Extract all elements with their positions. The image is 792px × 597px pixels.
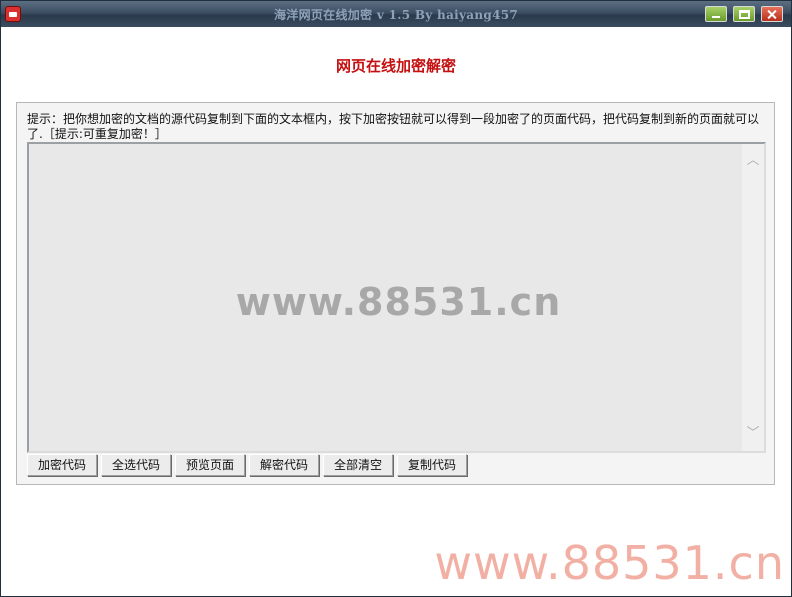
- decrypt-code-button[interactable]: 解密代码: [249, 454, 319, 476]
- corner-watermark: www.88531.cn: [434, 536, 785, 590]
- hint-text: 提示：把你想加密的文档的源代码复制到下面的文本框内，按下加密按钮就可以得到一段加…: [27, 112, 760, 141]
- encrypt-panel: 提示：把你想加密的文档的源代码复制到下面的文本框内，按下加密按钮就可以得到一段加…: [16, 102, 775, 485]
- preview-page-button[interactable]: 预览页面: [175, 454, 245, 476]
- clear-all-button[interactable]: 全部清空: [323, 454, 393, 476]
- app-window: 海洋网页在线加密 v 1.5 By haiyang457 网页在线加密解密 提示…: [0, 0, 792, 597]
- title-bar[interactable]: 海洋网页在线加密 v 1.5 By haiyang457: [1, 1, 791, 27]
- scroll-down-icon[interactable]: ﹀: [742, 423, 764, 445]
- center-watermark: www.88531.cn: [235, 280, 562, 324]
- encrypt-code-button[interactable]: 加密代码: [27, 454, 97, 476]
- scroll-up-icon[interactable]: ︿: [742, 150, 764, 172]
- window-title: 海洋网页在线加密 v 1.5 By haiyang457: [273, 8, 519, 22]
- select-all-button[interactable]: 全选代码: [101, 454, 171, 476]
- source-code-textarea[interactable]: www.88531.cn ︿ ﹀: [27, 142, 766, 453]
- copy-code-button[interactable]: 复制代码: [397, 454, 467, 476]
- close-button[interactable]: [761, 6, 783, 22]
- page-title: 网页在线加密解密: [335, 57, 456, 75]
- maximize-button[interactable]: [733, 6, 755, 22]
- textarea-scrollbar[interactable]: ︿ ﹀: [742, 144, 764, 451]
- minimize-button[interactable]: [705, 6, 727, 22]
